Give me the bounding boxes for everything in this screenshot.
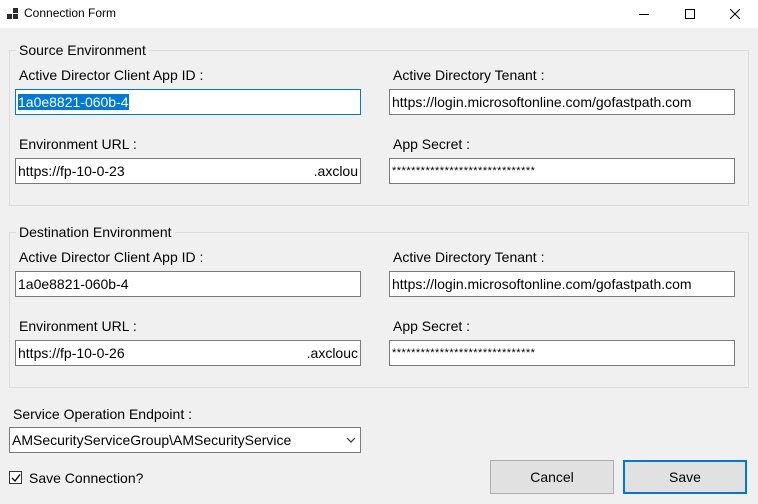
source-client-id-label: Active Director Client App ID :: [19, 67, 204, 83]
source-env-url-tail: .axclou: [313, 163, 358, 179]
source-secret-label: App Secret :: [393, 136, 471, 152]
destination-secret-value: ******************************: [392, 347, 536, 359]
source-environment-legend: Source Environment: [16, 42, 149, 58]
source-env-url-value: https://fp-10-0-23: [18, 163, 125, 179]
destination-secret-label: App Secret :: [393, 318, 471, 334]
service-endpoint-label: Service Operation Endpoint :: [13, 406, 192, 422]
source-client-id-input[interactable]: 1a0e8821-060b-4: [15, 89, 361, 115]
close-button[interactable]: [712, 0, 758, 28]
source-tenant-input[interactable]: https://login.microsoftonline.com/gofast…: [389, 89, 735, 115]
destination-client-id-label: Active Director Client App ID :: [19, 249, 204, 265]
destination-env-url-input[interactable]: https://fp-10-0-26 .axclouc: [15, 340, 361, 366]
destination-tenant-value: https://login.microsoftonline.com/gofast…: [392, 276, 692, 292]
maximize-button[interactable]: [667, 0, 713, 28]
source-env-url-label: Environment URL :: [19, 136, 137, 152]
chevron-down-icon: [346, 437, 356, 443]
maximize-icon: [685, 9, 695, 19]
destination-client-id-input[interactable]: 1a0e8821-060b-4: [15, 271, 361, 297]
source-secret-input[interactable]: ******************************: [389, 158, 735, 184]
save-button[interactable]: Save: [623, 460, 747, 494]
save-connection-label[interactable]: Save Connection?: [29, 470, 143, 486]
minimize-button[interactable]: [621, 0, 667, 28]
destination-environment-legend: Destination Environment: [16, 224, 175, 240]
destination-tenant-input[interactable]: https://login.microsoftonline.com/gofast…: [389, 271, 735, 297]
service-endpoint-select[interactable]: AMSecurityServiceGroup\AMSecurityService: [9, 427, 361, 453]
save-connection-checkbox[interactable]: [9, 471, 22, 484]
source-tenant-label: Active Directory Tenant :: [393, 67, 545, 83]
source-client-id-value: 1a0e8821-060b-4: [18, 94, 129, 110]
destination-env-url-label: Environment URL :: [19, 318, 137, 334]
title-bar: Connection Form: [0, 0, 758, 28]
source-tenant-value: https://login.microsoftonline.com/gofast…: [392, 94, 692, 110]
destination-secret-input[interactable]: ******************************: [389, 340, 735, 366]
minimize-icon: [639, 14, 649, 15]
destination-env-url-tail: .axclouc: [306, 345, 358, 361]
service-endpoint-value: AMSecurityServiceGroup\AMSecurityService: [12, 432, 292, 448]
close-icon: [730, 9, 740, 19]
destination-env-url-value: https://fp-10-0-26: [18, 345, 125, 361]
destination-tenant-label: Active Directory Tenant :: [393, 249, 545, 265]
destination-client-id-value: 1a0e8821-060b-4: [18, 276, 129, 292]
source-env-url-input[interactable]: https://fp-10-0-23 .axclou: [15, 158, 361, 184]
cancel-button[interactable]: Cancel: [490, 460, 614, 494]
source-secret-value: ******************************: [392, 165, 536, 177]
checkmark-icon: [11, 474, 21, 483]
app-icon: [7, 8, 19, 20]
window-title: Connection Form: [24, 6, 117, 20]
